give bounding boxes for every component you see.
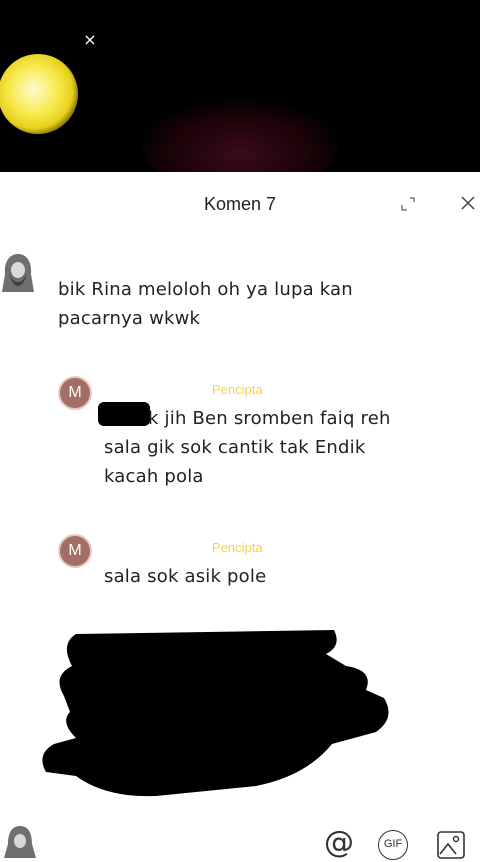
- comment-text: sala sok asik pole: [104, 562, 266, 591]
- video-figure: [140, 100, 340, 172]
- comment-text: bik Rina meloloh oh ya lupa kan pacarnya…: [58, 275, 353, 333]
- video-close-button[interactable]: ×: [80, 30, 100, 50]
- reply-item: M Pencipta k jih Ben sromben faiq reh sa…: [0, 376, 480, 496]
- comment-input-bar: @ GIF: [0, 820, 480, 860]
- comment-text: k jih Ben sromben faiq reh sala gik sok …: [104, 404, 391, 491]
- creator-badge: Pencipta: [212, 540, 263, 555]
- close-icon[interactable]: [459, 194, 477, 212]
- avatar[interactable]: M: [60, 378, 90, 408]
- creator-badge: Pencipta: [212, 382, 263, 397]
- comments-header: Komen 7: [0, 172, 480, 236]
- comment-text-line: sala sok asik pole: [104, 566, 267, 587]
- user-avatar: [4, 826, 36, 858]
- comment-text-line: k jih Ben sromben faiq reh: [148, 408, 391, 429]
- avatar[interactable]: M: [60, 536, 90, 566]
- expand-icon[interactable]: [400, 196, 416, 212]
- comment-text-line: bik Rina meloloh oh ya lupa kan: [58, 279, 353, 300]
- redacted-content: [42, 630, 389, 797]
- mention-icon[interactable]: @: [322, 828, 356, 862]
- comment-text-line: sala gik sok cantik tak Endik: [104, 437, 366, 458]
- avatar[interactable]: [0, 250, 36, 294]
- comment-item: bik Rina meloloh oh ya lupa kan pacarnya…: [0, 248, 480, 348]
- comments-sheet: Komen 7 bik Rina meloloh oh ya lupa kan …: [0, 172, 480, 854]
- image-icon[interactable]: [436, 830, 466, 860]
- comment-text-line: pacarnya wkwk: [58, 308, 201, 329]
- comment-text-line: kacah pola: [104, 466, 204, 487]
- video-light: [0, 54, 78, 134]
- gif-icon[interactable]: GIF: [378, 830, 408, 860]
- video-player[interactable]: ×: [0, 0, 480, 172]
- reply-item: M Pencipta sala sok asik pole: [0, 534, 480, 594]
